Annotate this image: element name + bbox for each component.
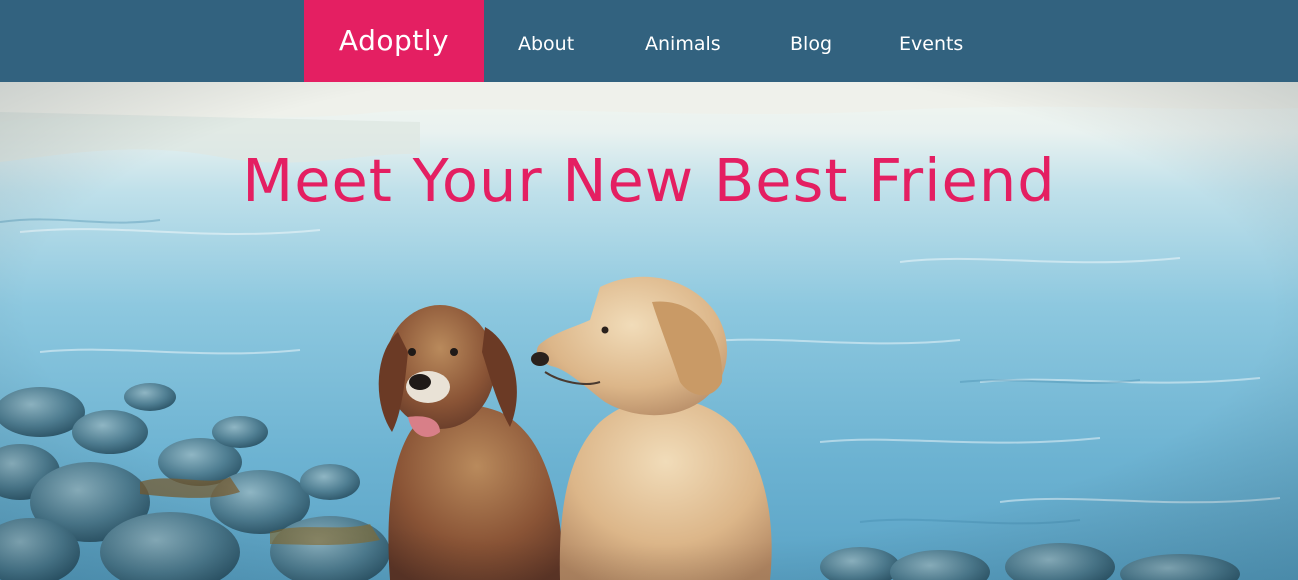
nav-link-about[interactable]: About [518, 0, 574, 82]
top-navbar: Adoptly About Animals Blog Events [0, 0, 1298, 82]
hero-title: Meet Your New Best Friend [242, 146, 1056, 215]
nav-link-events[interactable]: Events [899, 0, 963, 82]
brand-logo-link[interactable]: Adoptly [304, 0, 484, 82]
page: Adoptly About Animals Blog Events Meet Y… [0, 0, 1298, 580]
nav-link-blog[interactable]: Blog [790, 0, 832, 82]
hero-section: Meet Your New Best Friend [0, 82, 1298, 580]
nav-link-animals[interactable]: Animals [645, 0, 721, 82]
